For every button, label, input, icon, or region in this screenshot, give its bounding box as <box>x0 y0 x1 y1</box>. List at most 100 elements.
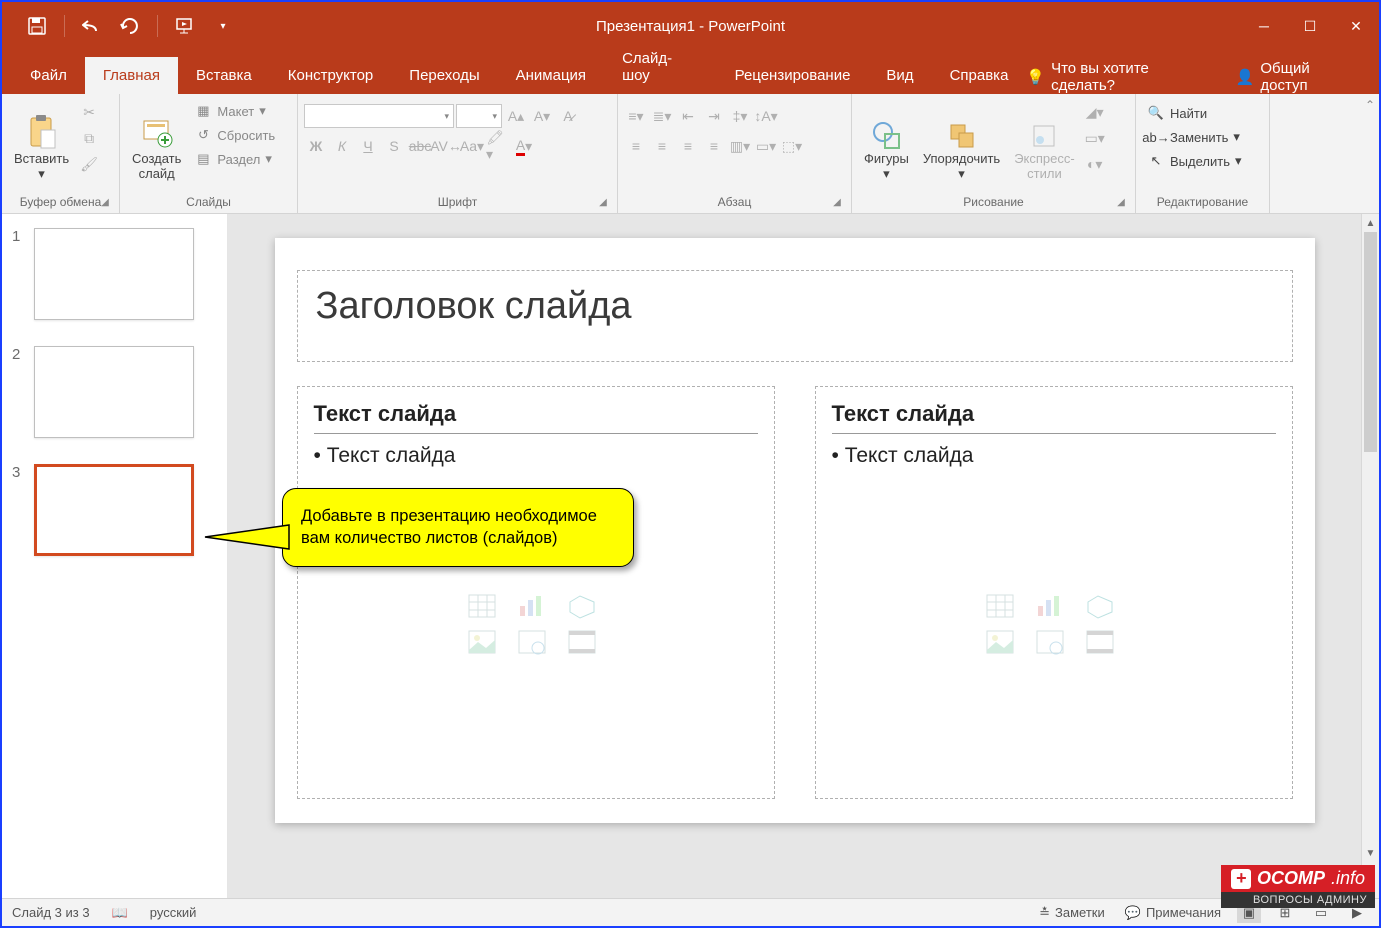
paste-button[interactable]: Вставить▾ <box>8 98 75 186</box>
highlight-icon[interactable]: 🖍▾ <box>486 134 510 158</box>
slide-thumbnail-1[interactable] <box>34 228 194 320</box>
shapes-button[interactable]: Фигуры▾ <box>858 98 915 186</box>
layout-button[interactable]: ▦Макет ▾ <box>189 100 280 122</box>
insert-video-icon[interactable] <box>1086 630 1116 656</box>
shapes-icon <box>871 120 901 150</box>
justify-icon[interactable]: ≡ <box>702 134 726 158</box>
char-spacing-icon[interactable]: AV↔ <box>434 134 458 158</box>
start-from-beginning-icon[interactable] <box>168 9 202 43</box>
font-size-select[interactable] <box>456 104 502 128</box>
copy-icon[interactable]: ⧉ <box>77 126 101 150</box>
slide-thumbnail-3[interactable] <box>34 464 194 556</box>
callout-text: Добавьте в презентацию необходимое вам к… <box>301 507 597 547</box>
reset-button[interactable]: ↺Сбросить <box>189 124 280 146</box>
tab-slideshow[interactable]: Слайд-шоу <box>604 40 717 94</box>
tab-help[interactable]: Справка <box>932 57 1027 94</box>
spellcheck-button[interactable]: 📖 <box>108 905 132 921</box>
paragraph-launcher-icon[interactable]: ◢ <box>831 197 843 209</box>
cut-icon[interactable]: ✂ <box>77 100 101 124</box>
insert-picture-icon[interactable] <box>986 630 1016 656</box>
content-placeholder-left[interactable]: Текст слайда Текст слайда <box>297 386 775 799</box>
undo-icon[interactable] <box>75 9 109 43</box>
font-color-icon[interactable]: A▾ <box>512 134 536 158</box>
format-painter-icon[interactable]: 🖌 <box>77 152 101 176</box>
scroll-thumb[interactable] <box>1364 232 1377 452</box>
content-placeholder-right[interactable]: Текст слайда Текст слайда <box>815 386 1293 799</box>
underline-icon[interactable]: Ч <box>356 134 380 158</box>
scroll-up-icon[interactable]: ▲ <box>1362 214 1379 232</box>
drawing-launcher-icon[interactable]: ◢ <box>1115 197 1127 209</box>
shape-outline-icon[interactable]: ▭▾ <box>1083 126 1107 150</box>
bold-icon[interactable]: Ж <box>304 134 328 158</box>
layout-icon: ▦ <box>194 102 212 120</box>
numbering-icon[interactable]: ≣▾ <box>650 104 674 128</box>
title-placeholder[interactable]: Заголовок слайда <box>297 270 1293 362</box>
language-indicator[interactable]: русский <box>150 905 197 920</box>
insert-smartart-icon[interactable] <box>568 594 598 620</box>
tab-home[interactable]: Главная <box>85 57 178 94</box>
section-button[interactable]: ▤Раздел ▾ <box>189 148 280 170</box>
tab-animations[interactable]: Анимация <box>498 57 604 94</box>
columns-icon[interactable]: ▥▾ <box>728 134 752 158</box>
collapse-ribbon-icon[interactable]: ⌃ <box>1365 98 1375 112</box>
clear-format-icon[interactable]: A̷ <box>556 104 580 128</box>
insert-online-picture-icon[interactable] <box>518 630 548 656</box>
tab-review[interactable]: Рецензирование <box>717 57 869 94</box>
bullets-icon[interactable]: ≡▾ <box>624 104 648 128</box>
strike-icon[interactable]: abc <box>408 134 432 158</box>
align-left-icon[interactable]: ≡ <box>624 134 648 158</box>
shape-effects-icon[interactable]: ◐▾ <box>1083 152 1107 176</box>
tell-me[interactable]: 💡Что вы хотите сделать? <box>1026 60 1213 94</box>
clipboard-launcher-icon[interactable]: ◢ <box>99 197 111 209</box>
notes-button[interactable]: ≛Заметки <box>1035 905 1109 921</box>
align-center-icon[interactable]: ≡ <box>650 134 674 158</box>
insert-smartart-icon[interactable] <box>1086 594 1116 620</box>
close-button[interactable]: ✕ <box>1333 2 1379 50</box>
qat-customize-icon[interactable]: ▾ <box>206 9 240 43</box>
decrease-indent-icon[interactable]: ⇤ <box>676 104 700 128</box>
insert-table-icon[interactable] <box>468 594 498 620</box>
slide-counter[interactable]: Слайд 3 из 3 <box>12 905 90 920</box>
maximize-button[interactable]: ☐ <box>1287 2 1333 50</box>
select-button[interactable]: ↖Выделить ▾ <box>1142 150 1247 172</box>
comments-button[interactable]: 💬Примечания <box>1121 905 1225 921</box>
arrange-button[interactable]: Упорядочить▾ <box>917 98 1006 186</box>
change-case-icon[interactable]: Aa▾ <box>460 134 484 158</box>
insert-online-picture-icon[interactable] <box>1036 630 1066 656</box>
tab-design[interactable]: Конструктор <box>270 57 392 94</box>
insert-video-icon[interactable] <box>568 630 598 656</box>
increase-font-icon[interactable]: A▴ <box>504 104 528 128</box>
vertical-scrollbar[interactable]: ▲ ▼ ⯭ ⯯ <box>1361 214 1379 898</box>
tab-view[interactable]: Вид <box>868 57 931 94</box>
tab-insert[interactable]: Вставка <box>178 57 270 94</box>
shadow-icon[interactable]: S <box>382 134 406 158</box>
redo-icon[interactable] <box>113 9 147 43</box>
font-launcher-icon[interactable]: ◢ <box>597 197 609 209</box>
insert-picture-icon[interactable] <box>468 630 498 656</box>
insert-table-icon[interactable] <box>986 594 1016 620</box>
find-button[interactable]: 🔍Найти <box>1142 102 1247 124</box>
decrease-font-icon[interactable]: A▾ <box>530 104 554 128</box>
replace-button[interactable]: ab→Заменить ▾ <box>1142 126 1247 148</box>
tab-file[interactable]: Файл <box>12 57 85 94</box>
smartart-icon[interactable]: ⬚▾ <box>780 134 804 158</box>
line-spacing-icon[interactable]: ‡▾ <box>728 104 752 128</box>
scroll-down-icon[interactable]: ▼ <box>1362 844 1379 862</box>
align-text-icon[interactable]: ▭▾ <box>754 134 778 158</box>
insert-chart-icon[interactable] <box>1036 594 1066 620</box>
insert-chart-icon[interactable] <box>518 594 548 620</box>
scroll-track[interactable] <box>1362 232 1379 844</box>
quick-styles-button[interactable]: Экспресс- стили <box>1008 98 1081 186</box>
increase-indent-icon[interactable]: ⇥ <box>702 104 726 128</box>
share-button[interactable]: 👤Общий доступ <box>1236 60 1359 94</box>
tab-transitions[interactable]: Переходы <box>391 57 497 94</box>
italic-icon[interactable]: К <box>330 134 354 158</box>
align-right-icon[interactable]: ≡ <box>676 134 700 158</box>
font-family-select[interactable] <box>304 104 454 128</box>
shape-fill-icon[interactable]: ◢▾ <box>1083 100 1107 124</box>
slide-thumbnail-2[interactable] <box>34 346 194 438</box>
new-slide-button[interactable]: Создать слайд <box>126 98 187 186</box>
text-direction-icon[interactable]: ↕A▾ <box>754 104 778 128</box>
save-icon[interactable] <box>20 9 54 43</box>
minimize-button[interactable]: ─ <box>1241 2 1287 50</box>
